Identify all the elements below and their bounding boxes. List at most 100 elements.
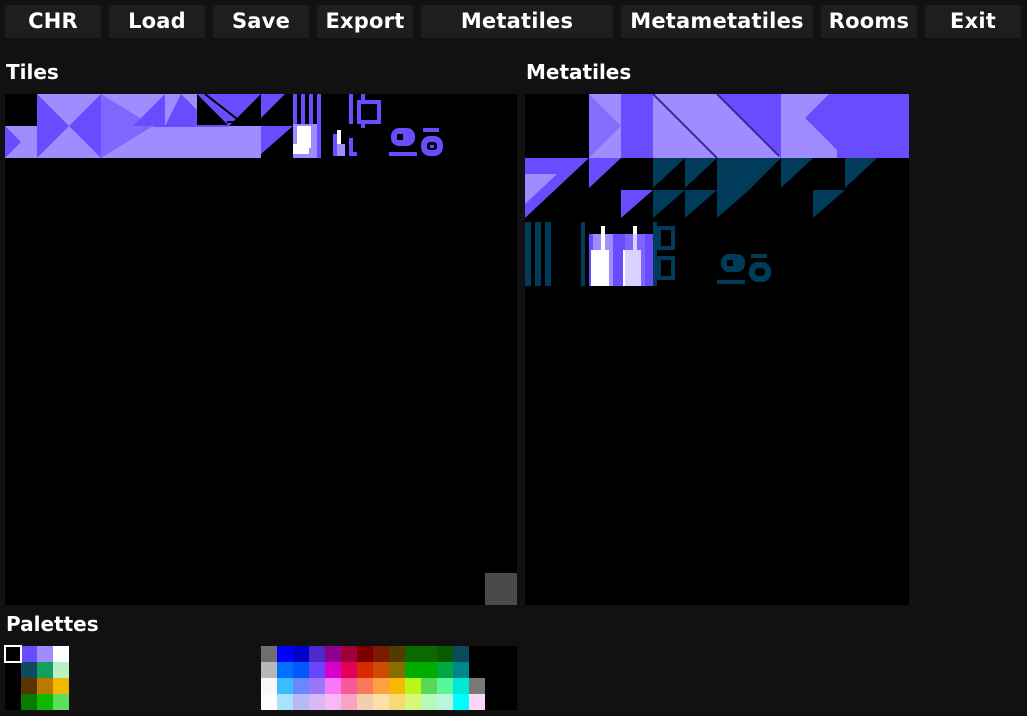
palette-0-color-3[interactable]: [53, 646, 69, 662]
master-color-3-7[interactable]: [373, 694, 389, 710]
master-color-3-12[interactable]: [453, 694, 469, 710]
master-color-3-3[interactable]: [309, 694, 325, 710]
master-color-3-15[interactable]: [501, 694, 517, 710]
master-color-2-9[interactable]: [405, 678, 421, 694]
palette-3-color-2[interactable]: [37, 694, 53, 710]
master-color-3-1[interactable]: [277, 694, 293, 710]
master-color-2-2[interactable]: [293, 678, 309, 694]
master-color-0-2[interactable]: [293, 646, 309, 662]
master-color-3-9[interactable]: [405, 694, 421, 710]
master-color-0-5[interactable]: [341, 646, 357, 662]
master-color-0-13[interactable]: [469, 646, 485, 662]
master-color-2-11[interactable]: [437, 678, 453, 694]
master-color-0-15[interactable]: [501, 646, 517, 662]
master-color-2-4[interactable]: [325, 678, 341, 694]
master-color-0-4[interactable]: [325, 646, 341, 662]
palette-1-color-2[interactable]: [37, 662, 53, 678]
resize-handle[interactable]: [485, 573, 517, 605]
master-color-3-5[interactable]: [341, 694, 357, 710]
rooms-button[interactable]: Rooms: [821, 5, 917, 38]
master-color-1-2[interactable]: [293, 662, 309, 678]
master-color-2-0[interactable]: [261, 678, 277, 694]
metatile-row-1: [589, 94, 909, 159]
master-color-1-0[interactable]: [261, 662, 277, 678]
master-color-0-9[interactable]: [405, 646, 421, 662]
palette-2-color-2[interactable]: [37, 678, 53, 694]
master-color-2-10[interactable]: [421, 678, 437, 694]
chr-editor-window: CHR Load Save Export Metatiles Metametatiles R…: [0, 0, 1027, 716]
metatiles-button[interactable]: Metatiles: [421, 5, 613, 38]
palette-0-color-0[interactable]: [5, 646, 21, 662]
master-color-0-6[interactable]: [357, 646, 373, 662]
chr-button[interactable]: CHR: [5, 5, 101, 38]
master-color-1-12[interactable]: [453, 662, 469, 678]
palette-3-color-0[interactable]: [5, 694, 21, 710]
master-color-1-1[interactable]: [277, 662, 293, 678]
master-color-1-14[interactable]: [485, 662, 501, 678]
master-color-1-3[interactable]: [309, 662, 325, 678]
master-color-0-11[interactable]: [437, 646, 453, 662]
tiles-canvas[interactable]: [5, 94, 517, 605]
master-color-0-3[interactable]: [309, 646, 325, 662]
master-color-3-2[interactable]: [293, 694, 309, 710]
palette-1-color-3[interactable]: [53, 662, 69, 678]
master-color-1-8[interactable]: [389, 662, 405, 678]
master-color-1-4[interactable]: [325, 662, 341, 678]
master-color-1-5[interactable]: [341, 662, 357, 678]
master-color-3-14[interactable]: [485, 694, 501, 710]
master-color-1-11[interactable]: [437, 662, 453, 678]
master-color-0-1[interactable]: [277, 646, 293, 662]
palette-0-color-2[interactable]: [37, 646, 53, 662]
master-color-2-6[interactable]: [357, 678, 373, 694]
master-color-1-15[interactable]: [501, 662, 517, 678]
master-color-3-4[interactable]: [325, 694, 341, 710]
master-color-3-8[interactable]: [389, 694, 405, 710]
master-color-0-8[interactable]: [389, 646, 405, 662]
master-color-1-9[interactable]: [405, 662, 421, 678]
palette-1-color-0[interactable]: [5, 662, 21, 678]
master-color-0-14[interactable]: [485, 646, 501, 662]
master-color-1-10[interactable]: [421, 662, 437, 678]
palette-1-color-1[interactable]: [21, 662, 37, 678]
master-color-3-0[interactable]: [261, 694, 277, 710]
master-color-1-6[interactable]: [357, 662, 373, 678]
master-color-2-3[interactable]: [309, 678, 325, 694]
master-color-2-8[interactable]: [389, 678, 405, 694]
skull-tiles: [389, 128, 443, 156]
save-button[interactable]: Save: [213, 5, 309, 38]
master-color-1-7[interactable]: [373, 662, 389, 678]
master-color-2-12[interactable]: [453, 678, 469, 694]
master-color-2-7[interactable]: [373, 678, 389, 694]
master-color-0-12[interactable]: [453, 646, 469, 662]
metatile-row-2: [525, 158, 877, 218]
master-color-3-6[interactable]: [357, 694, 373, 710]
master-color-0-0[interactable]: [261, 646, 277, 662]
palette-2-color-3[interactable]: [53, 678, 69, 694]
master-color-2-15[interactable]: [501, 678, 517, 694]
master-color-3-10[interactable]: [421, 694, 437, 710]
metametatiles-button[interactable]: Metametatiles: [621, 5, 813, 38]
master-color-3-13[interactable]: [469, 694, 485, 710]
master-color-2-14[interactable]: [485, 678, 501, 694]
master-color-1-13[interactable]: [469, 662, 485, 678]
tiles-graphics: [5, 94, 443, 158]
exit-button[interactable]: Exit: [925, 5, 1021, 38]
metatiles-graphics: [525, 94, 909, 286]
master-palette: [261, 646, 517, 710]
master-color-2-1[interactable]: [277, 678, 293, 694]
master-color-3-11[interactable]: [437, 694, 453, 710]
palette-2-color-0[interactable]: [5, 678, 21, 694]
metatiles-canvas[interactable]: [525, 94, 909, 605]
palettes-title: Palettes: [6, 612, 99, 636]
palette-0-color-1[interactable]: [21, 646, 37, 662]
export-button[interactable]: Export: [317, 5, 413, 38]
palette-2-color-1[interactable]: [21, 678, 37, 694]
master-color-2-13[interactable]: [469, 678, 485, 694]
master-color-2-5[interactable]: [341, 678, 357, 694]
load-button[interactable]: Load: [109, 5, 205, 38]
master-color-0-10[interactable]: [421, 646, 437, 662]
master-color-0-7[interactable]: [373, 646, 389, 662]
palette-3-color-1[interactable]: [21, 694, 37, 710]
palette-3-color-3[interactable]: [53, 694, 69, 710]
tiles-title: Tiles: [6, 60, 59, 84]
